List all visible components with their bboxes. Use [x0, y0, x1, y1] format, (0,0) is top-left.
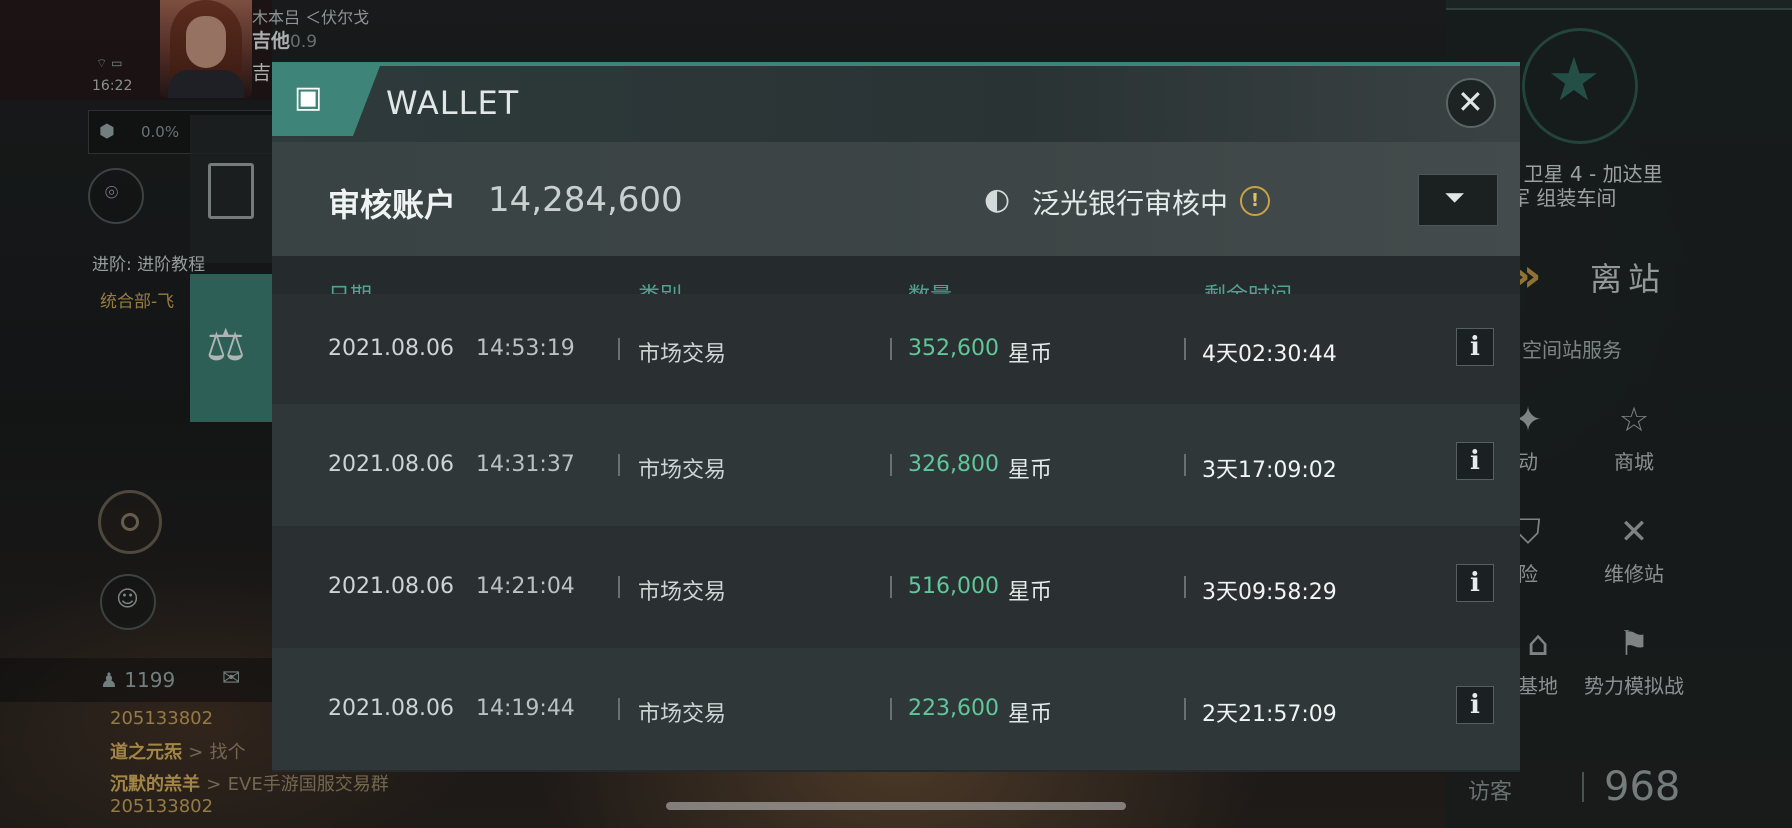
divider	[618, 576, 620, 598]
divider	[1184, 576, 1186, 598]
row-time: 14:21:04	[476, 574, 575, 599]
wallet-tab: ▣	[272, 66, 380, 136]
divider	[618, 698, 620, 720]
close-icon: ✕	[1457, 83, 1484, 121]
row-unit: 星币	[1008, 342, 1053, 367]
row-time: 14:53:19	[476, 336, 575, 361]
row-amount: 352,600	[908, 336, 999, 361]
table-row[interactable]: 2021.08.06 14:21:04 市场交易 516,000 星币 3天09…	[272, 526, 1520, 648]
info-button[interactable]: i	[1456, 564, 1494, 602]
table-row[interactable]: 2021.08.06 14:19:44 市场交易 223,600 星币 2天21…	[272, 648, 1520, 770]
divider	[890, 698, 892, 720]
table-row[interactable]: 2021.08.06 14:31:37 市场交易 326,800 星币 3天17…	[272, 404, 1520, 526]
wallet-title: WALLET	[386, 84, 520, 122]
info-button[interactable]: i	[1456, 442, 1494, 480]
divider	[890, 454, 892, 476]
row-category: 市场交易	[638, 458, 727, 483]
wallet-icon: ▣	[294, 80, 323, 115]
divider	[890, 338, 892, 360]
row-category: 市场交易	[638, 342, 727, 367]
account-balance: 14,284,600	[488, 180, 683, 220]
bank-logo-icon: ◐	[984, 182, 1011, 217]
row-date: 2021.08.06	[328, 452, 454, 477]
account-bar: 审核账户 14,284,600 ◐ 泛光银行审核中 ! ⏷	[272, 142, 1520, 256]
divider	[618, 454, 620, 476]
row-remaining: 3天09:58:29	[1202, 580, 1337, 605]
row-amount: 516,000	[908, 574, 999, 599]
row-amount: 223,600	[908, 696, 999, 721]
row-category: 市场交易	[638, 580, 727, 605]
row-category: 市场交易	[638, 702, 727, 727]
account-label: 审核账户	[328, 186, 457, 224]
row-unit: 星币	[1008, 458, 1053, 483]
divider	[1184, 454, 1186, 476]
row-remaining: 3天17:09:02	[1202, 458, 1337, 483]
home-indicator[interactable]	[666, 802, 1126, 810]
table-row[interactable]: 2021.08.06 14:53:19 市场交易 352,600 星币 4天02…	[272, 294, 1520, 404]
row-time: 14:31:37	[476, 452, 575, 477]
warning-icon[interactable]: !	[1240, 186, 1270, 216]
row-remaining: 4天02:30:44	[1202, 342, 1337, 367]
row-time: 14:19:44	[476, 696, 575, 721]
divider	[1184, 698, 1186, 720]
wallet-header: ▣ WALLET ✕	[272, 66, 1520, 142]
filter-icon: ⏷	[1444, 183, 1465, 213]
row-date: 2021.08.06	[328, 336, 454, 361]
row-remaining: 2天21:57:09	[1202, 702, 1337, 727]
info-button[interactable]: i	[1456, 328, 1494, 366]
info-button[interactable]: i	[1456, 686, 1494, 724]
bank-status: 泛光银行审核中	[1032, 187, 1229, 220]
row-date: 2021.08.06	[328, 574, 454, 599]
divider	[618, 338, 620, 360]
filter-button[interactable]: ⏷	[1418, 174, 1498, 226]
close-button[interactable]: ✕	[1446, 78, 1496, 128]
wallet-dialog: ▣ WALLET ✕ 审核账户 14,284,600 ◐ 泛光银行审核中 ! ⏷…	[272, 62, 1520, 772]
divider	[890, 576, 892, 598]
row-date: 2021.08.06	[328, 696, 454, 721]
row-amount: 326,800	[908, 452, 999, 477]
row-unit: 星币	[1008, 580, 1053, 605]
divider	[1184, 338, 1186, 360]
row-unit: 星币	[1008, 702, 1053, 727]
